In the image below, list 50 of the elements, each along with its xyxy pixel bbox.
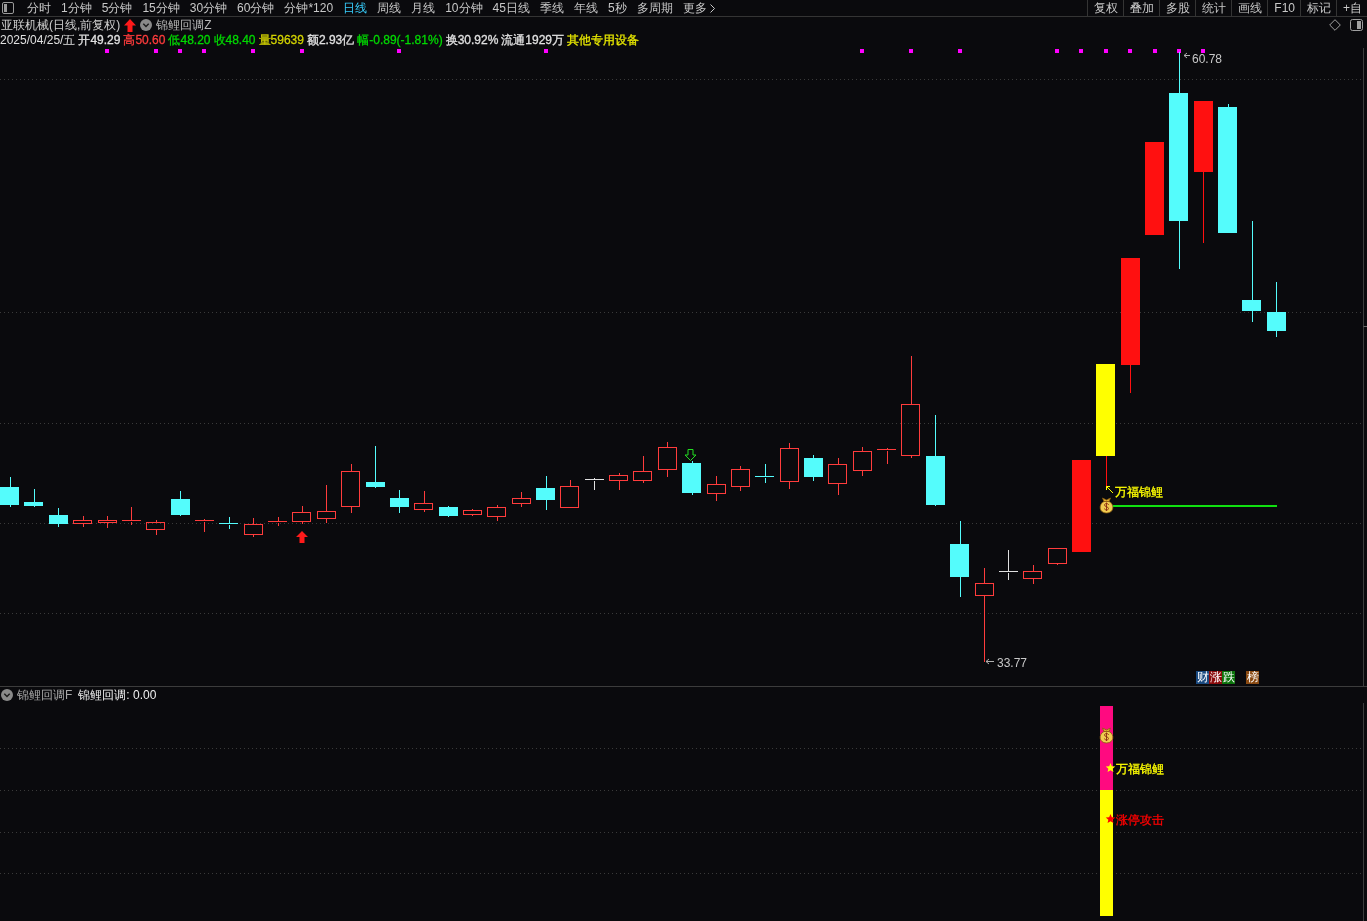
period-tab[interactable]: 5分钟 [96,0,138,16]
period-tab[interactable]: 15分钟 [137,0,185,16]
toolbar-button[interactable]: 标记 [1300,0,1336,16]
indicator-name[interactable]: 锦鲤回调F [17,686,73,704]
chevron-right-icon [709,3,715,13]
quote-value: 额2.93亿 [306,32,355,49]
money-bag-icon [1099,727,1114,744]
quote-value: 收48.40 [213,32,256,49]
period-tab[interactable]: 分钟*120 [279,0,339,16]
toolbar-button[interactable]: 统计 [1195,0,1232,16]
period-tab[interactable]: 年线 [568,0,603,16]
quote-value: 低48.20 [168,32,211,49]
period-tab[interactable]: 分时 [22,0,56,16]
formula-name[interactable]: 锦鲤回调Z [156,16,212,34]
signal-label: 万福锦鲤 [1116,762,1164,776]
dropdown-chevron-icon[interactable] [1,689,13,701]
sidebar-toggle-icon[interactable] [2,2,14,14]
toolbar-button[interactable]: 画线 [1231,0,1268,16]
period-tab[interactable]: 5秒 [602,0,632,16]
toolbar-button[interactable]: +自 [1336,0,1367,16]
period-tab[interactable]: 更多 [677,0,720,16]
signal-label: 涨停攻击 [1116,813,1164,827]
period-tab[interactable]: 10分钟 [440,0,488,16]
quote-value: 量59639 [258,32,304,49]
dropdown-chevron-icon[interactable] [140,19,153,31]
quote-value: 高50.60 [123,32,166,49]
period-tab[interactable]: 30分钟 [184,0,233,16]
period-tab[interactable]: 季线 [534,0,569,16]
toolbar-button[interactable]: F10 [1267,0,1300,16]
quote-value: 其他专用设备 [567,32,640,49]
toolbar-button[interactable]: 多股 [1159,0,1196,16]
arrow-up-icon [124,18,137,32]
period-tab[interactable]: 60分钟 [232,0,280,16]
quote-value: 换30.92% [445,32,499,49]
toolbar-button[interactable]: 叠加 [1123,0,1160,16]
period-tab[interactable]: 月线 [406,0,441,16]
period-tab[interactable]: 周线 [372,0,407,16]
stock-title: 亚联机械(日线,前复权) [1,16,121,34]
toolbar-button[interactable]: 复权 [1087,0,1124,16]
quote-value: 幅-0.89(-1.81%) [357,32,443,49]
quote-value: 流通1929万 [501,32,565,49]
period-tab[interactable]: 多周期 [631,0,678,16]
period-tab[interactable]: 1分钟 [56,0,97,16]
period-tab[interactable]: 日线 [338,0,373,16]
indicator-readout: 锦鲤回调: 0.00 [78,686,157,704]
period-tab[interactable]: 45日线 [487,0,535,16]
quote-date: 2025/04/25/五 [0,32,76,49]
quote-value: 开49.29 [78,32,121,49]
diamond-icon[interactable] [1329,19,1341,31]
panel-toggle-icon[interactable] [1350,19,1363,31]
